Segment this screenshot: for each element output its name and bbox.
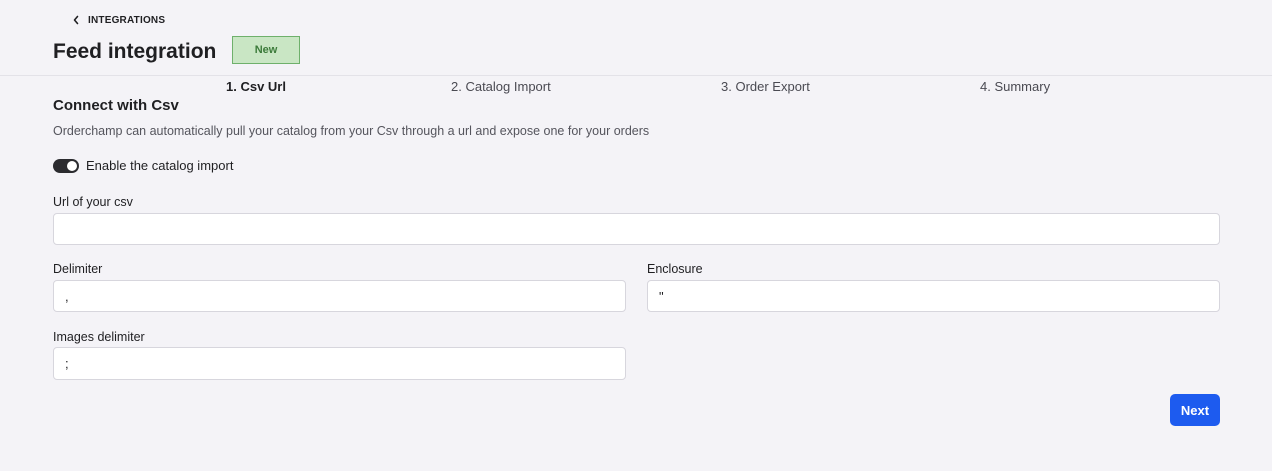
csv-url-label: Url of your csv [53,195,133,209]
images-delimiter-input[interactable] [53,347,626,380]
page-title: Feed integration [53,40,217,63]
images-delimiter-label: Images delimiter [53,330,145,344]
next-button[interactable]: Next [1170,394,1220,426]
step-catalog-import[interactable]: 2. Catalog Import [451,79,551,94]
step-csv-url[interactable]: 1. Csv Url [226,79,286,94]
delimiter-input[interactable] [53,280,626,312]
toggle-knob [67,160,77,171]
step-summary[interactable]: 4. Summary [980,79,1050,94]
stepper: 1. Csv Url 2. Catalog Import 3. Order Ex… [0,79,1272,95]
step-order-export[interactable]: 3. Order Export [721,79,810,94]
catalog-import-toggle-label: Enable the catalog import [86,158,234,173]
section-description: Orderchamp can automatically pull your c… [53,124,650,138]
chevron-left-icon [73,15,79,25]
delimiter-label: Delimiter [53,262,103,276]
section-title: Connect with Csv [53,97,179,114]
status-badge: New [232,36,300,64]
csv-url-input[interactable] [53,213,1220,245]
catalog-import-toggle-row: Enable the catalog import [53,158,233,173]
enclosure-label: Enclosure [647,262,703,276]
back-to-integrations-link[interactable]: INTEGRATIONS [72,13,165,27]
catalog-import-toggle[interactable] [53,158,79,173]
header-divider [0,75,1272,76]
enclosure-input[interactable] [647,280,1220,312]
back-link-label: INTEGRATIONS [88,14,166,26]
